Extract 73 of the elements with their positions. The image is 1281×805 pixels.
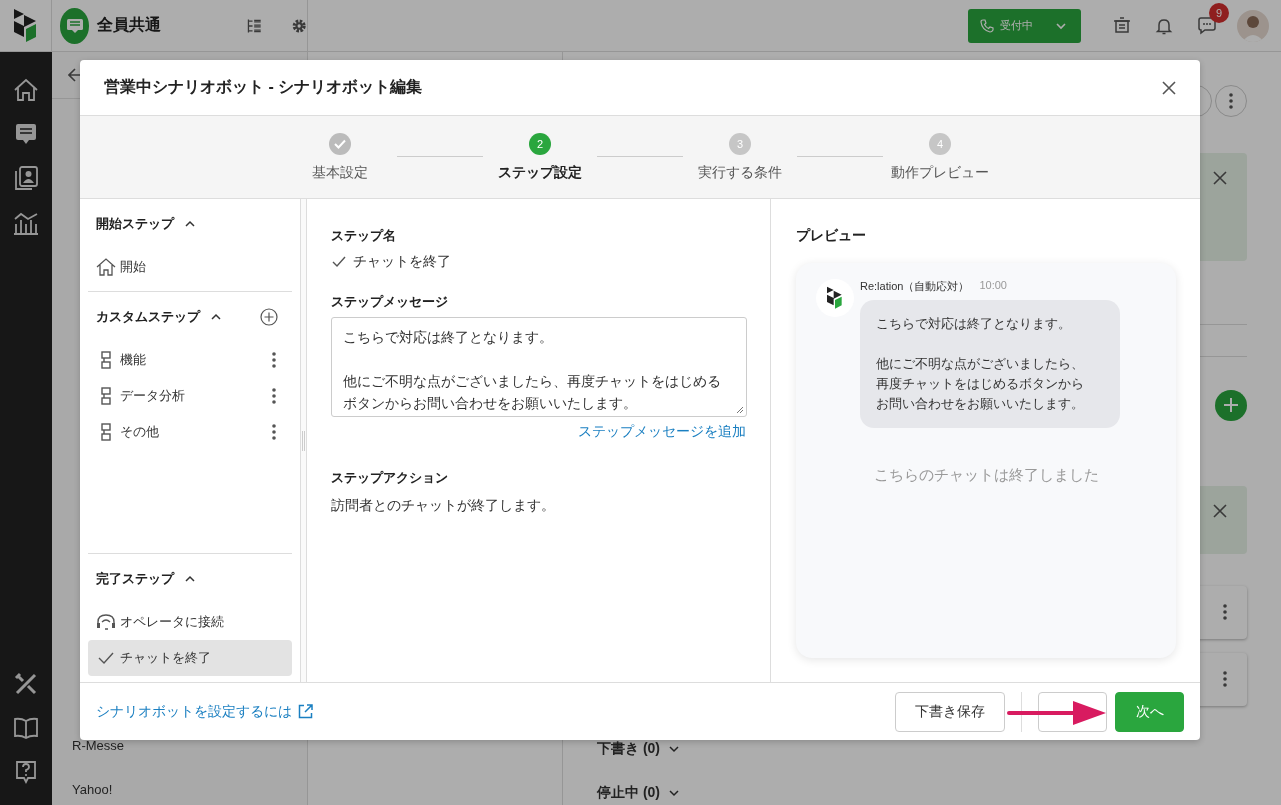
chat-board-icon[interactable] (60, 7, 90, 44)
chat-icon[interactable] (1197, 16, 1217, 35)
list-item[interactable]: Yahoo! (72, 781, 113, 797)
action-text: 訪問者とのチャットが終了します。 (331, 497, 556, 515)
headset-icon (96, 613, 116, 631)
message-paragraph: 他にご不明な点がございましたら、再度チャットをはじめるボタンからお問い合わせをお願いいたします。 (343, 372, 722, 413)
chat-board-icon[interactable] (15, 123, 37, 145)
section-title: 完了ステップ (96, 570, 174, 588)
step-item[interactable]: データ分析 (88, 378, 292, 414)
step-item[interactable]: 開始 (88, 249, 292, 285)
step-label[interactable]: 実行する条件 (698, 164, 782, 182)
step-item[interactable]: その他 (88, 414, 292, 450)
field-label: ステップメッセージ (331, 293, 449, 311)
step-label[interactable]: 動作プレビュー (891, 164, 989, 182)
plus-icon (1223, 397, 1239, 414)
bell-icon[interactable] (1155, 16, 1173, 35)
help-link[interactable]: シナリオボットを設定するには (96, 702, 313, 721)
close-icon[interactable] (1162, 80, 1176, 95)
list-item[interactable]: R-Messe (72, 737, 124, 753)
field-label: ステップ名 (331, 227, 397, 245)
more-icon[interactable] (272, 424, 276, 440)
workspace-name: 全員共通 (97, 15, 163, 35)
more-icon[interactable] (272, 388, 276, 404)
preview-title: プレビュー (796, 227, 867, 245)
step-number: 4 (929, 133, 951, 155)
external-link-icon (298, 704, 313, 719)
message-paragraph: こちらで対応は終了となります。 (343, 328, 554, 347)
chart-icon[interactable] (13, 211, 39, 235)
close-icon[interactable] (1213, 504, 1227, 519)
step-name: チャットを終了 (353, 253, 451, 271)
more-icon[interactable] (1223, 604, 1227, 621)
more-icon[interactable] (1229, 93, 1233, 109)
more-icon[interactable] (272, 352, 276, 368)
step-label[interactable]: 基本設定 (312, 164, 368, 182)
phone-icon (980, 18, 994, 33)
step-number: 2 (529, 133, 551, 155)
dialog-title: 営業中シナリオボット - シナリオボット編集 (104, 77, 424, 97)
section-title: カスタムステップ (96, 308, 200, 326)
more-button[interactable] (1215, 85, 1247, 117)
home-icon[interactable] (13, 78, 39, 102)
logo-icon (827, 286, 843, 310)
section-heading[interactable]: 停止中 (0) (597, 784, 660, 803)
sender-name: Re:lation（自動応対） (860, 279, 970, 294)
message-paragraph: 他にご不明な点がございましたら、再度チャットをはじめるボタンからお問い合わせをお願いいたします。 (876, 355, 1085, 413)
section-title: 開始ステップ (96, 215, 174, 233)
resize-grip-icon[interactable] (736, 406, 744, 414)
step-label[interactable]: ステップ設定 (498, 164, 582, 182)
book-icon[interactable] (13, 717, 39, 739)
chat-ended-notice: こちらのチャットは終了しました (872, 466, 1100, 485)
tools-icon[interactable] (14, 672, 38, 696)
add-button[interactable] (1215, 389, 1247, 422)
check-icon (331, 255, 347, 269)
step-item[interactable]: オペレータに接続 (88, 604, 292, 640)
step-item[interactable]: 機能 (88, 342, 292, 378)
board-icon[interactable] (1113, 16, 1131, 35)
message-time: 10:00 (979, 279, 1007, 293)
close-icon[interactable] (1213, 171, 1227, 185)
secondary-button[interactable]: 下書き保存 (895, 691, 1005, 732)
message-paragraph: こちらで対応は終了となります。 (876, 315, 1072, 333)
add-icon[interactable] (260, 308, 278, 326)
more-icon[interactable] (1223, 671, 1227, 688)
section-heading[interactable]: 下書き (0) (597, 739, 660, 758)
notification-badge: 9 (1209, 2, 1229, 23)
step-number: 3 (729, 133, 751, 155)
add-message-link[interactable]: ステップメッセージを追加 (578, 423, 746, 441)
help-icon[interactable] (15, 760, 37, 784)
avatar[interactable] (1237, 9, 1269, 42)
contact-card-icon[interactable] (14, 166, 38, 190)
field-label: ステップアクション (331, 469, 449, 487)
logo-icon (13, 8, 38, 43)
step-item[interactable]: チャットを終了 (88, 640, 292, 676)
message-field[interactable]: こちらで対応は終了となります。 他にご不明な点がございましたら、再度チャットをはじめるボタンからお問い合わせをお願いいたします。 (331, 317, 747, 417)
home-icon (96, 258, 116, 276)
